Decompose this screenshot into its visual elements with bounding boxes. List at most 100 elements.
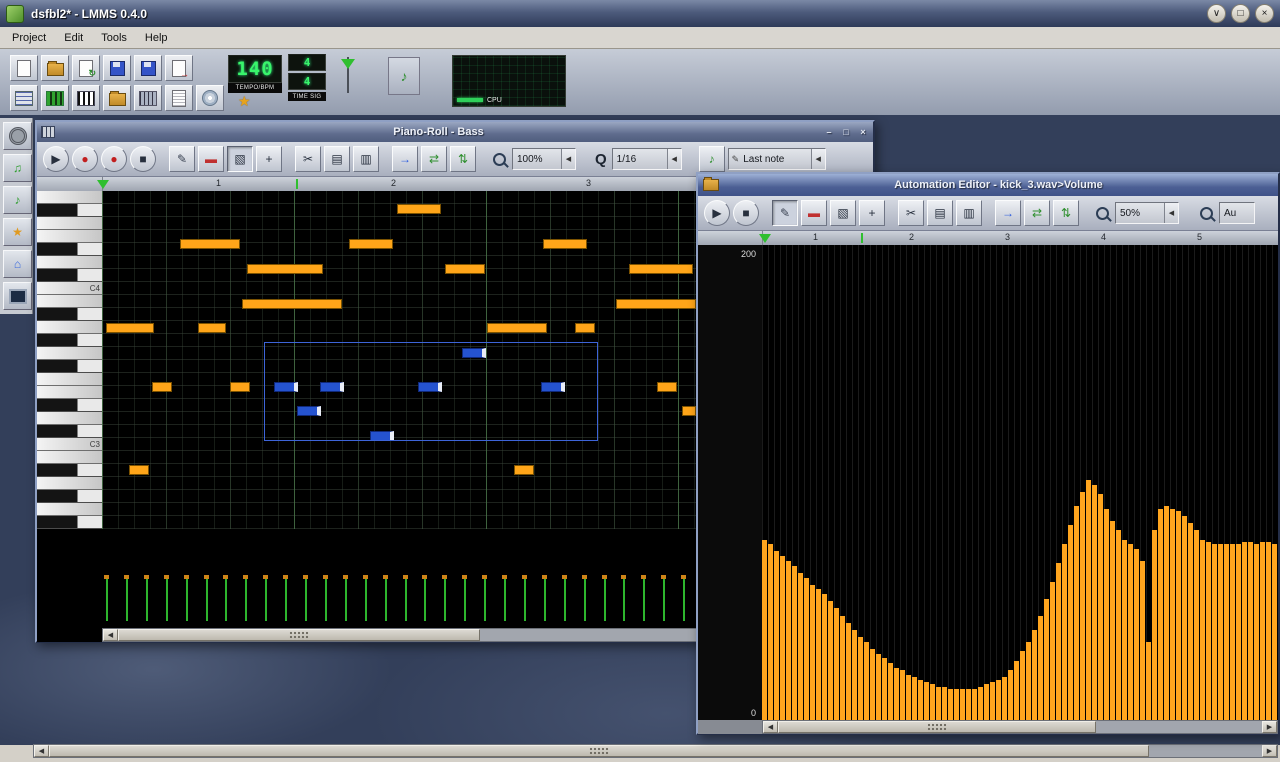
automation-bar[interactable] [1200, 540, 1205, 721]
automation-bar[interactable] [1074, 506, 1079, 720]
automation-bar[interactable] [828, 601, 833, 720]
note[interactable] [616, 299, 696, 309]
favorites-button[interactable]: ★ [3, 218, 32, 246]
velocity-line[interactable] [643, 576, 645, 621]
automation-bar[interactable] [894, 668, 899, 720]
automation-bar[interactable] [1038, 616, 1043, 721]
velocity-line[interactable] [604, 576, 606, 621]
automation-bar[interactable] [984, 684, 989, 720]
automation-bar[interactable] [846, 623, 851, 720]
velocity-line[interactable] [285, 576, 287, 621]
automation-bar[interactable] [1146, 642, 1151, 720]
automation-bar[interactable] [1182, 516, 1187, 720]
automation-bar[interactable] [966, 689, 971, 720]
cut-button[interactable]: ✂ [295, 146, 321, 172]
note[interactable] [629, 264, 693, 274]
white-key[interactable] [37, 191, 102, 204]
note[interactable] [180, 239, 240, 249]
export-project-button[interactable] [165, 55, 193, 81]
automation-bar[interactable] [1158, 509, 1163, 720]
cut-button[interactable]: ✂ [898, 200, 924, 226]
scroll-right-button[interactable]: ▶ [1262, 721, 1277, 733]
erase-button[interactable]: ▬ [198, 146, 224, 172]
recover-project-button[interactable] [72, 55, 100, 81]
automation-bar[interactable] [840, 616, 845, 721]
automation-bar[interactable] [1134, 549, 1139, 720]
velocity-line[interactable] [385, 576, 387, 621]
menu-item-help[interactable]: Help [145, 32, 168, 44]
automation-bar[interactable] [912, 677, 917, 720]
automation-bar[interactable] [1254, 544, 1259, 720]
note[interactable] [487, 323, 547, 333]
minimize-button[interactable]: – [822, 125, 836, 139]
presets-button[interactable]: ♪ [3, 186, 32, 214]
note[interactable] [657, 382, 677, 392]
scroll-track[interactable] [778, 721, 1262, 733]
black-key[interactable] [37, 399, 102, 412]
shade-button[interactable]: ∨ [1207, 4, 1226, 23]
white-key[interactable] [37, 321, 102, 334]
velocity-line[interactable] [484, 576, 486, 621]
automation-bar[interactable] [1248, 542, 1253, 720]
automation-bar[interactable] [1128, 544, 1133, 720]
black-key[interactable] [37, 360, 102, 373]
white-key[interactable]: C3 [37, 438, 102, 451]
ae-partial-dropdown[interactable]: Au◀ [1219, 202, 1255, 224]
white-key[interactable]: C4 [37, 282, 102, 295]
tempo-display[interactable]: 140 TEMPO/BPM [228, 55, 282, 93]
velocity-line[interactable] [146, 576, 148, 621]
menu-item-edit[interactable]: Edit [64, 32, 83, 44]
automation-bar[interactable] [924, 682, 929, 720]
note[interactable] [152, 382, 172, 392]
automation-bar[interactable] [954, 689, 959, 720]
automation-bar[interactable] [1266, 542, 1271, 720]
white-key[interactable] [37, 477, 102, 490]
white-key[interactable] [37, 256, 102, 269]
black-key[interactable] [37, 269, 102, 282]
velocity-line[interactable] [265, 576, 267, 621]
automation-bar[interactable] [1260, 542, 1265, 720]
velocity-line[interactable] [424, 576, 426, 621]
black-key[interactable] [37, 516, 102, 529]
ae-zoom-dropdown[interactable]: 50%◀ [1115, 202, 1179, 224]
automation-canvas[interactable] [762, 245, 1278, 720]
timesig-display[interactable]: 4 4 TIME SIG [288, 54, 326, 101]
automation-bar[interactable] [774, 551, 779, 720]
automation-titlebar[interactable]: Automation Editor - kick_3.wav>Volume [698, 174, 1278, 196]
flipy-button[interactable]: ⇅ [450, 146, 476, 172]
velocity-line[interactable] [186, 576, 188, 621]
white-key[interactable] [37, 386, 102, 399]
fwd-button[interactable]: → [995, 200, 1021, 226]
automation-bar[interactable] [1206, 542, 1211, 720]
velocity-line[interactable] [245, 576, 247, 621]
automation-bar[interactable] [804, 578, 809, 721]
automation-bar[interactable] [1164, 506, 1169, 720]
automation-bar[interactable] [936, 687, 941, 720]
samples-button[interactable]: ♫ [3, 154, 32, 182]
automation-bar[interactable] [1188, 523, 1193, 720]
note[interactable] [575, 323, 595, 333]
scroll-track[interactable] [49, 745, 1262, 757]
play-button[interactable]: ▶ [704, 200, 730, 226]
velocity-line[interactable] [166, 576, 168, 621]
fwd-button[interactable]: → [392, 146, 418, 172]
automation-bar[interactable] [918, 680, 923, 720]
fx-mixer-button[interactable] [134, 85, 162, 111]
menu-item-project[interactable]: Project [12, 32, 46, 44]
new-project-button[interactable] [10, 55, 38, 81]
scroll-right-button[interactable]: ▶ [1262, 745, 1277, 757]
automation-bar[interactable] [1008, 670, 1013, 720]
close-button[interactable]: × [856, 125, 870, 139]
automation-bar[interactable] [780, 556, 785, 720]
note[interactable] [543, 239, 587, 249]
velocity-line[interactable] [106, 576, 108, 621]
project-notes-button[interactable] [165, 85, 193, 111]
dropdown-arrow-icon[interactable]: ◀ [1164, 203, 1178, 223]
note[interactable] [397, 204, 441, 214]
automation-hscrollbar[interactable]: ◀ ▶ [762, 720, 1278, 734]
stop-button[interactable]: ■ [130, 146, 156, 172]
close-button[interactable]: × [1255, 4, 1274, 23]
pr-note_len-dropdown[interactable]: ✎Last note◀ [728, 148, 826, 170]
dropdown-arrow-icon[interactable]: ◀ [667, 149, 681, 169]
automation-bar[interactable] [810, 585, 815, 720]
